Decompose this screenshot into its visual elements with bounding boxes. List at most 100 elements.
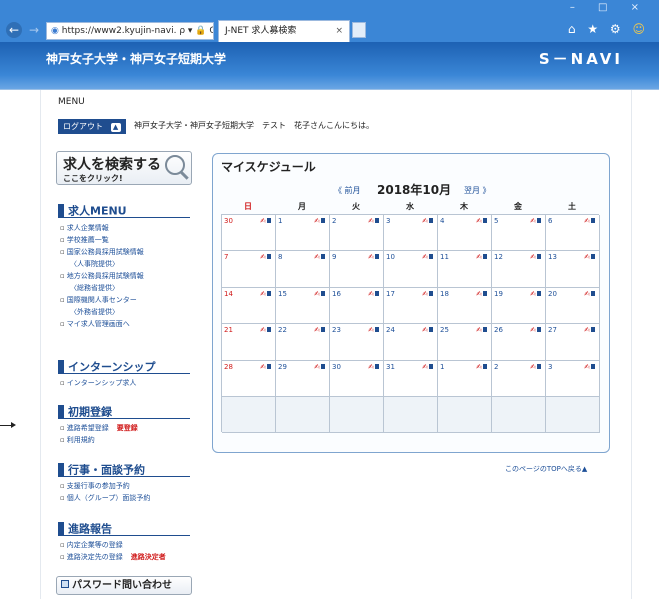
calendar-day-cell[interactable]: 21 ✍ (222, 324, 276, 361)
calendar-day-cell[interactable]: 22 ✍ (276, 324, 330, 361)
edit-schedule-icon[interactable]: ✍ (260, 363, 271, 371)
password-inquiry-button[interactable]: パスワード問い合わせ (56, 576, 192, 595)
edit-schedule-icon[interactable]: ✍ (422, 363, 433, 371)
link-terms[interactable]: 利用規約 (60, 435, 95, 445)
logout-button[interactable]: ログアウト ▲ (58, 119, 126, 134)
calendar-day-cell[interactable]: 9 ✍ (330, 251, 384, 288)
edit-schedule-icon[interactable]: ✍ (422, 253, 433, 261)
prev-month-link[interactable]: 《 前月 (334, 185, 361, 196)
edit-schedule-icon[interactable]: ✍ (422, 290, 433, 298)
link-school-recommend[interactable]: 学校推薦一覧 (60, 235, 109, 245)
calendar-day-cell[interactable]: 27 ✍ (546, 324, 600, 361)
link-destination-register[interactable]: 進路決定先の登録進路決定者 (60, 552, 166, 562)
edit-schedule-icon[interactable]: ✍ (530, 253, 541, 261)
edit-schedule-icon[interactable]: ✍ (584, 290, 595, 298)
address-bar[interactable]: ◉ https://www2.kyujin-navi. ρ ▾ 🔒 C (46, 22, 214, 40)
edit-schedule-icon[interactable]: ✍ (476, 217, 487, 225)
next-month-link[interactable]: 翌月 》 (464, 185, 491, 196)
back-arrow-icon[interactable]: ← (6, 22, 22, 38)
link-national-exam-provider[interactable]: 〈人事院提供〉 (70, 259, 119, 269)
tab-close-icon[interactable]: × (335, 21, 343, 41)
link-intl-org[interactable]: 国際機関人事センター (60, 295, 137, 305)
page-top-link[interactable]: このページのTOPへ戻る▲ (505, 464, 587, 474)
link-offer-register[interactable]: 内定企業等の登録 (60, 540, 123, 550)
calendar-day-cell[interactable]: 26 ✍ (492, 324, 546, 361)
edit-schedule-icon[interactable]: ✍ (530, 326, 541, 334)
link-intl-org-provider[interactable]: 〈外務省提供〉 (70, 307, 119, 317)
edit-schedule-icon[interactable]: ✍ (530, 217, 541, 225)
calendar-day-cell[interactable]: 11 ✍ (438, 251, 492, 288)
browser-tab[interactable]: J-NET 求人募検索 × (218, 20, 350, 42)
browser-toolbar[interactable]: ⌂ ★ ⚙ ☺ (568, 22, 649, 36)
calendar-day-cell[interactable]: 13 ✍ (546, 251, 600, 288)
calendar-day-cell[interactable]: 17 ✍ (384, 287, 438, 325)
calendar-day-cell[interactable]: 10 ✍ (384, 251, 438, 288)
edit-schedule-icon[interactable]: ✍ (476, 363, 487, 371)
calendar-day-cell[interactable]: 30 ✍ (330, 360, 384, 397)
edit-schedule-icon[interactable]: ✍ (314, 217, 325, 225)
link-internship-jobs[interactable]: インターンシップ求人 (60, 378, 137, 388)
calendar-day-cell[interactable]: 2 ✍ (492, 360, 546, 397)
edit-schedule-icon[interactable]: ✍ (368, 217, 379, 225)
calendar-day-cell[interactable]: 7 ✍ (222, 251, 276, 288)
edit-schedule-icon[interactable]: ✍ (314, 290, 325, 298)
calendar-day-cell[interactable]: 18 ✍ (438, 287, 492, 325)
edit-schedule-icon[interactable]: ✍ (260, 326, 271, 334)
edit-schedule-icon[interactable]: ✍ (314, 363, 325, 371)
site-logo[interactable]: S－NAVI (539, 48, 623, 69)
edit-schedule-icon[interactable]: ✍ (584, 363, 595, 371)
edit-schedule-icon[interactable]: ✍ (476, 253, 487, 261)
calendar-day-cell[interactable]: 1 ✍ (438, 360, 492, 397)
edit-schedule-icon[interactable]: ✍ (476, 326, 487, 334)
calendar-day-cell[interactable]: 20 ✍ (546, 287, 600, 325)
link-company-info[interactable]: 求人企業情報 (60, 223, 109, 233)
calendar-day-cell[interactable]: 30 ✍ (222, 215, 276, 252)
calendar-day-cell[interactable]: 5 ✍ (492, 215, 546, 252)
calendar-day-cell[interactable]: 12 ✍ (492, 251, 546, 288)
edit-schedule-icon[interactable]: ✍ (584, 253, 595, 261)
edit-schedule-icon[interactable]: ✍ (260, 217, 271, 225)
calendar-day-cell[interactable]: 23 ✍ (330, 324, 384, 361)
calendar-day-cell[interactable]: 15 ✍ (276, 287, 330, 325)
link-event-booking[interactable]: 支援行事の参加予約 (60, 481, 130, 491)
calendar-day-cell[interactable]: 3 ✍ (546, 360, 600, 397)
edit-schedule-icon[interactable]: ✍ (314, 253, 325, 261)
edit-schedule-icon[interactable]: ✍ (476, 290, 487, 298)
link-local-exam-provider[interactable]: 〈総務省提供〉 (70, 283, 119, 293)
smiley-icon[interactable]: ☺ (632, 22, 649, 36)
edit-schedule-icon[interactable]: ✍ (530, 290, 541, 298)
calendar-day-cell[interactable]: 25 ✍ (438, 324, 492, 361)
edit-schedule-icon[interactable]: ✍ (422, 326, 433, 334)
link-my-jobs[interactable]: マイ求人管理画面へ (60, 319, 130, 329)
edit-schedule-icon[interactable]: ✍ (584, 326, 595, 334)
home-star-gear-icons[interactable]: ⌂ ★ ⚙ (568, 22, 625, 36)
calendar-day-cell[interactable]: 29 ✍ (276, 360, 330, 397)
new-tab-button[interactable] (352, 22, 366, 38)
calendar-day-cell[interactable]: 8 ✍ (276, 251, 330, 288)
link-national-exam[interactable]: 国家公務員採用試験情報 (60, 247, 144, 257)
edit-schedule-icon[interactable]: ✍ (260, 290, 271, 298)
edit-schedule-icon[interactable]: ✍ (368, 363, 379, 371)
calendar-day-cell[interactable]: 1 ✍ (276, 215, 330, 252)
calendar-day-cell[interactable]: 31 ✍ (384, 360, 438, 397)
edit-schedule-icon[interactable]: ✍ (530, 363, 541, 371)
edit-schedule-icon[interactable]: ✍ (368, 253, 379, 261)
link-local-exam[interactable]: 地方公務員採用試験情報 (60, 271, 144, 281)
calendar-day-cell[interactable]: 6 ✍ (546, 215, 600, 252)
edit-schedule-icon[interactable]: ✍ (368, 290, 379, 298)
window-controls[interactable]: – □ × (570, 2, 649, 13)
edit-schedule-icon[interactable]: ✍ (422, 217, 433, 225)
edit-schedule-icon[interactable]: ✍ (314, 326, 325, 334)
edit-schedule-icon[interactable]: ✍ (368, 326, 379, 334)
calendar-day-cell[interactable]: 16 ✍ (330, 287, 384, 325)
link-career-wish[interactable]: 進路希望登録要登録 (60, 423, 138, 433)
calendar-day-cell[interactable]: 4 ✍ (438, 215, 492, 252)
calendar-day-cell[interactable]: 28 ✍ (222, 360, 276, 397)
job-search-button[interactable]: 求人を検索する ここをクリック! (56, 151, 192, 185)
calendar-day-cell[interactable]: 19 ✍ (492, 287, 546, 325)
calendar-day-cell[interactable]: 3 ✍ (384, 215, 438, 252)
calendar-day-cell[interactable]: 14 ✍ (222, 287, 276, 325)
forward-arrow-icon[interactable]: → (26, 22, 42, 38)
edit-schedule-icon[interactable]: ✍ (584, 217, 595, 225)
address-icons[interactable]: ρ ▾ 🔒 C (179, 26, 213, 36)
